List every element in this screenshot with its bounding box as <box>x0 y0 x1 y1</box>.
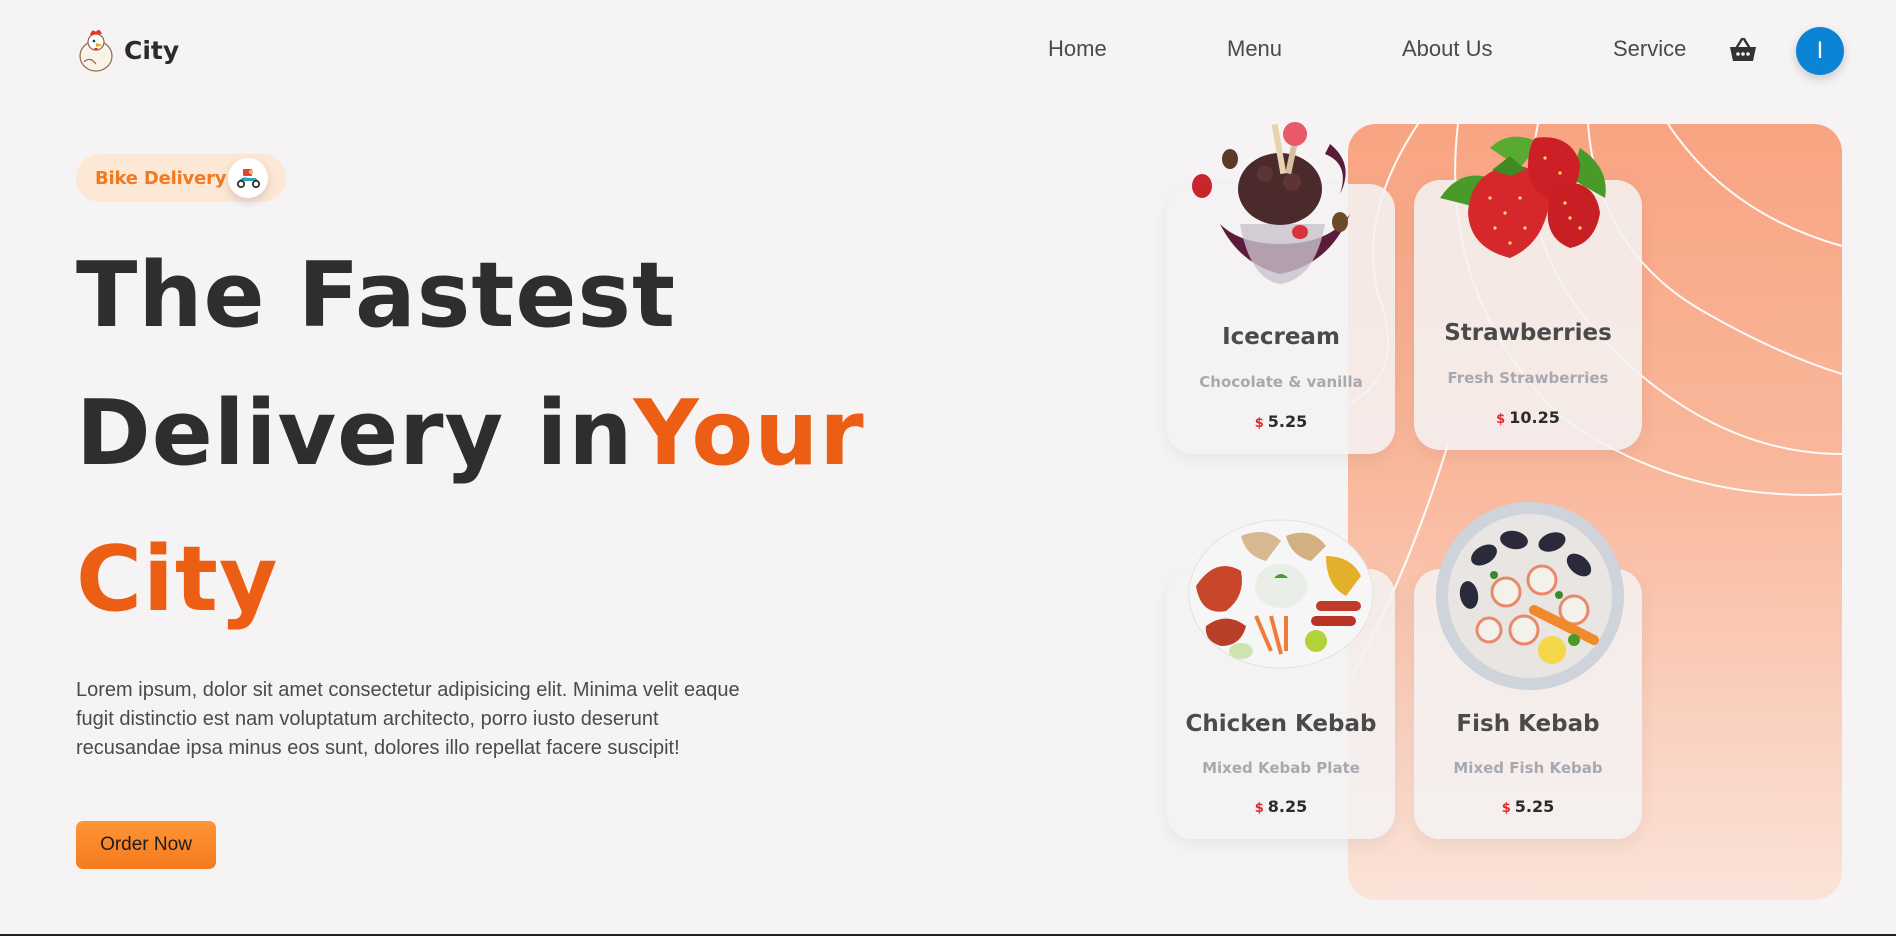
headline-line-2: Delivery inYour <box>76 384 865 484</box>
order-now-button[interactable]: Order Now <box>76 821 216 869</box>
currency-symbol: $ <box>1254 801 1264 816</box>
chicken-kebab-image <box>1188 519 1374 669</box>
card-price: $10.25 <box>1414 408 1642 427</box>
card-price: $5.25 <box>1414 797 1642 816</box>
icecream-image <box>1192 122 1350 284</box>
strawberries-image <box>1440 136 1606 258</box>
headline-line-3: City <box>76 530 279 630</box>
nav-service[interactable]: Service <box>1613 36 1686 62</box>
card-subtitle: Mixed Kebab Plate <box>1202 759 1360 777</box>
card-subtitle: Mixed Fish Kebab <box>1453 759 1603 777</box>
user-avatar[interactable]: I <box>1796 27 1844 75</box>
card-price: $8.25 <box>1167 797 1395 816</box>
headline-line-1: The Fastest <box>76 246 676 346</box>
currency-symbol: $ <box>1496 412 1506 427</box>
nav-menu[interactable]: Menu <box>1227 36 1282 62</box>
scooter-icon <box>228 158 268 198</box>
hero-description: Lorem ipsum, dolor sit amet consectetur … <box>76 679 740 759</box>
card-price: $5.25 <box>1167 412 1395 431</box>
headline-accent-your: Your <box>633 381 865 486</box>
price-value: 10.25 <box>1509 408 1560 427</box>
nav-home[interactable]: Home <box>1048 36 1107 62</box>
price-value: 5.25 <box>1267 412 1308 431</box>
headline-text-1: The Fastest <box>76 243 676 348</box>
nav-about-us[interactable]: About Us <box>1402 36 1493 62</box>
card-subtitle: Chocolate & vanilla <box>1199 373 1363 391</box>
site-header: City Home Menu About Us Service I <box>0 0 1896 100</box>
brand-name: City <box>124 35 180 65</box>
fish-kebab-image <box>1436 502 1624 690</box>
card-title: Icecream <box>1222 324 1340 350</box>
bike-delivery-badge: Bike Delivery <box>76 154 286 202</box>
price-value: 5.25 <box>1514 797 1555 816</box>
card-title: Fish Kebab <box>1456 711 1600 737</box>
badge-label: Bike Delivery <box>95 167 227 189</box>
rooster-logo-icon <box>79 29 113 72</box>
card-subtitle: Fresh Strawberries <box>1447 369 1609 387</box>
basket-icon[interactable] <box>1728 36 1758 64</box>
headline-accent-city: City <box>76 527 279 632</box>
price-value: 8.25 <box>1267 797 1308 816</box>
card-title: Chicken Kebab <box>1185 711 1377 737</box>
headline-text-2a: Delivery in <box>76 381 634 486</box>
card-title: Strawberries <box>1444 320 1612 346</box>
currency-symbol: $ <box>1254 416 1264 431</box>
brand[interactable]: City <box>76 26 179 74</box>
currency-symbol: $ <box>1501 801 1511 816</box>
